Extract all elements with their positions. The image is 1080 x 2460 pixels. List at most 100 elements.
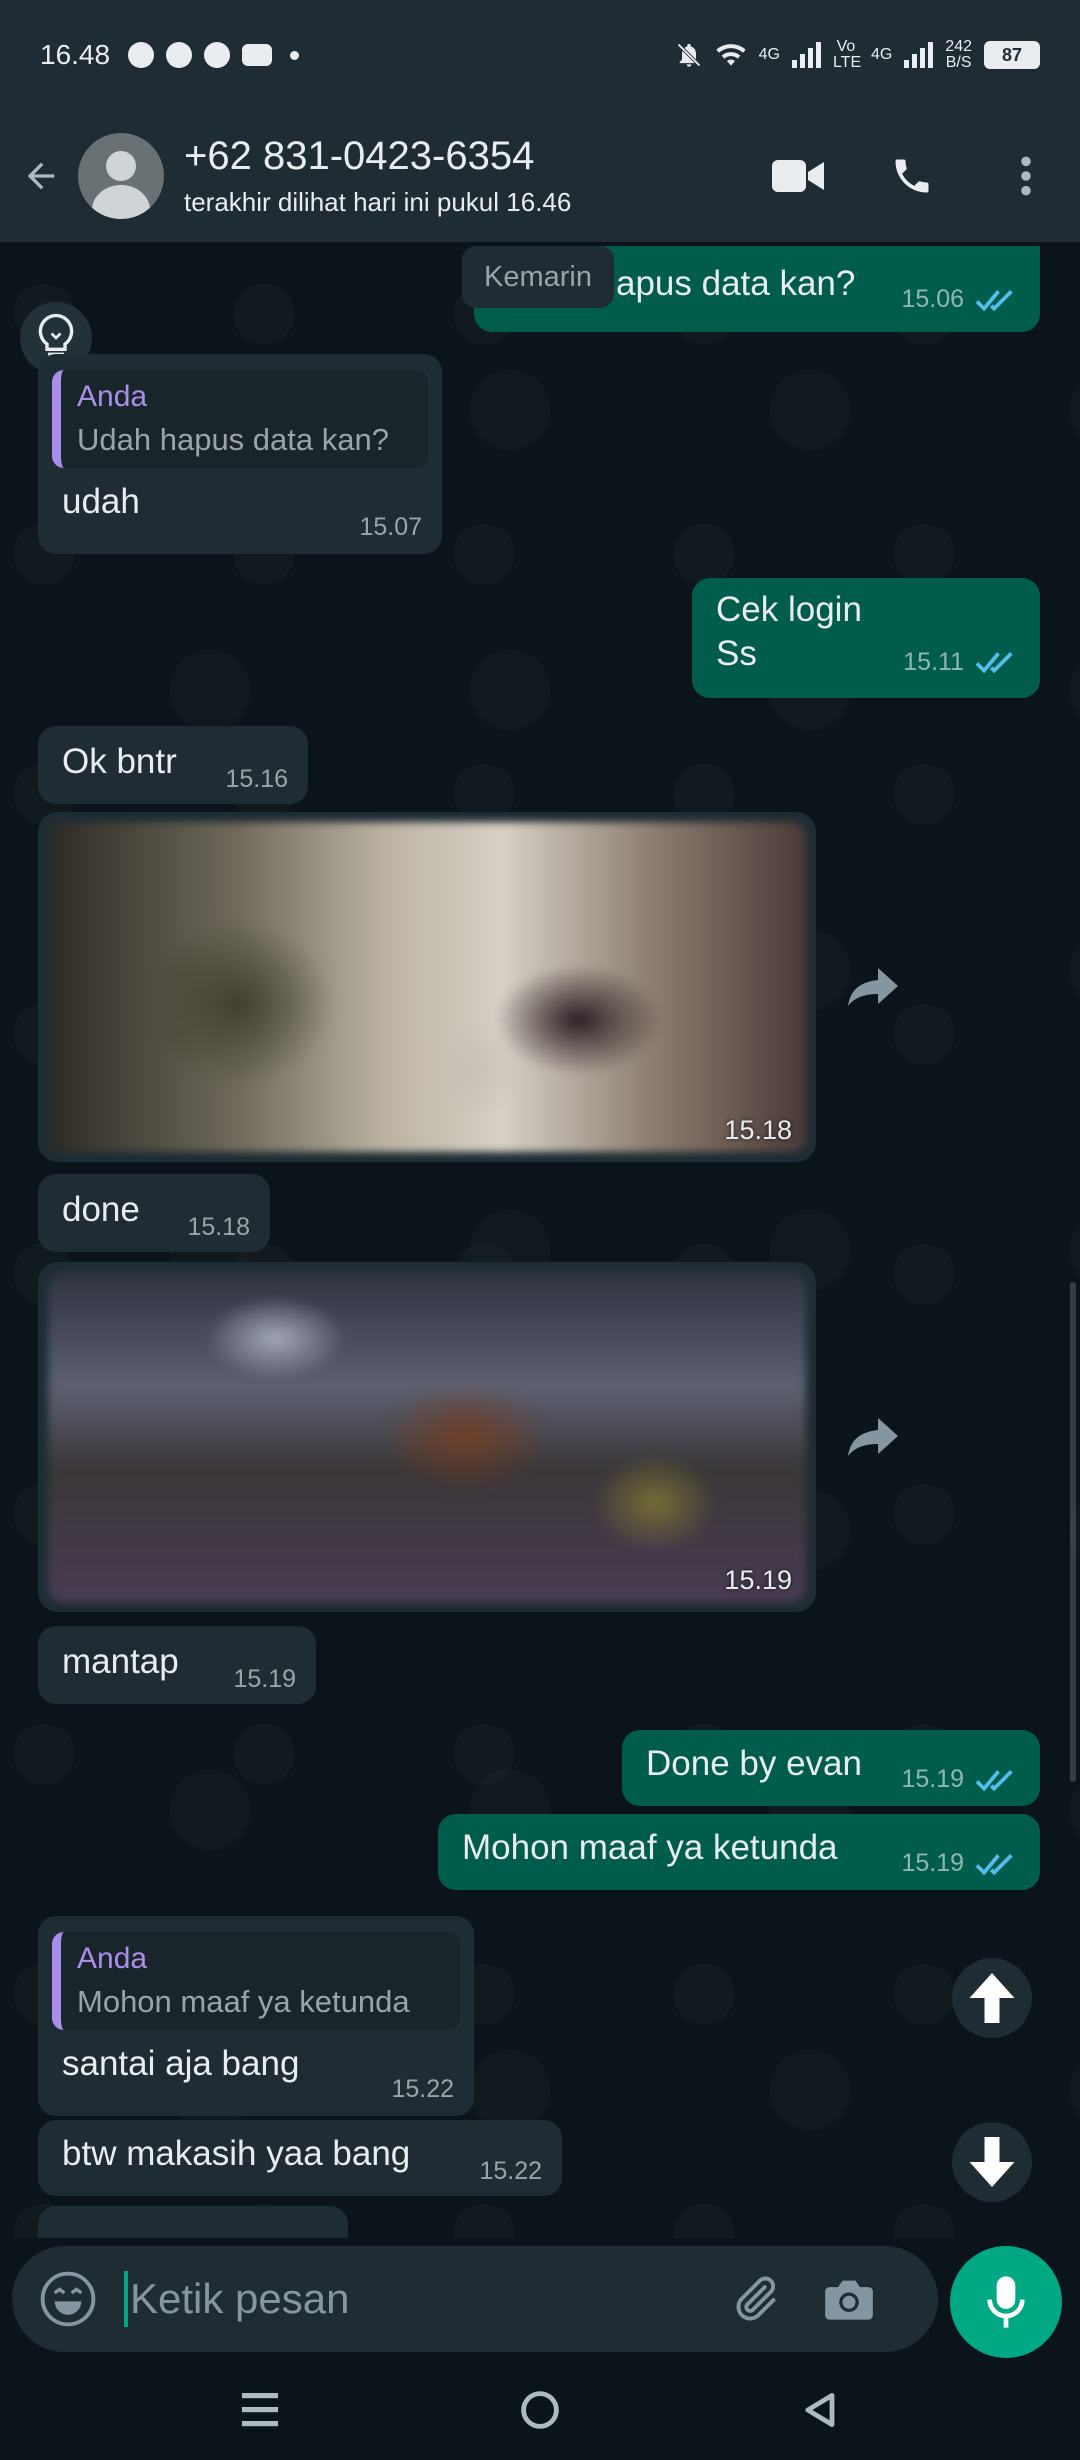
message-outgoing[interactable]: Cek login Ss 15.11 xyxy=(692,578,1040,698)
message-time: 15.19 xyxy=(901,1765,964,1793)
network-speed-unit: B/S xyxy=(945,54,972,71)
contact-last-seen: terakhir dilihat hari ini pukul 16.46 xyxy=(184,187,572,217)
double-check-icon xyxy=(975,652,1013,674)
avatar-body-shape xyxy=(92,185,150,219)
message-text: apus data kan? xyxy=(616,264,856,303)
mute-bell-icon xyxy=(676,43,701,67)
message-input[interactable] xyxy=(130,2275,690,2323)
message-image[interactable]: 15.19 xyxy=(38,1262,816,1612)
message-text: santai aja bang xyxy=(62,2044,300,2083)
message-meta: 15.19 xyxy=(901,1849,1020,1878)
double-check-icon xyxy=(975,1769,1013,1791)
phone-icon[interactable] xyxy=(884,148,940,204)
signal-bars-2-icon xyxy=(904,42,934,68)
battery-level: 87 xyxy=(984,41,1040,69)
network-speed: 242 B/S xyxy=(945,39,972,71)
quoted-message[interactable]: Anda Udah hapus data kan? xyxy=(52,370,428,468)
mic-icon[interactable] xyxy=(950,2246,1062,2358)
message-incoming[interactable]: btw makasih yaa bang 15.22 xyxy=(38,2120,562,2196)
arrow-down-icon[interactable] xyxy=(952,2122,1032,2202)
quote-author: Anda xyxy=(77,1942,148,1975)
contact-avatar[interactable] xyxy=(78,133,164,219)
chat-header: +62 831-0423-6354 terakhir dilihat hari … xyxy=(0,110,1080,242)
message-input-pill xyxy=(12,2246,938,2352)
message-time: 15.22 xyxy=(479,2157,542,2185)
quote-text: Mohon maaf ya ketunda xyxy=(77,1984,410,2019)
message-time: 15.07 xyxy=(359,513,422,541)
message-text-line-1: Cek login xyxy=(716,590,862,629)
message-time: 15.19 xyxy=(724,1565,792,1595)
nav-home-icon[interactable] xyxy=(500,2370,580,2450)
scrollbar[interactable] xyxy=(1070,1282,1076,1782)
message-time: 15.06 xyxy=(901,285,964,313)
message-text: mantap xyxy=(62,1642,179,1681)
status-bar: 16.48 4G Vo LTE 4G 242 B/S 87 xyxy=(0,0,1080,110)
message-outgoing[interactable]: Done by evan 15.19 xyxy=(622,1730,1040,1806)
message-time: 15.22 xyxy=(391,2075,454,2103)
chat-area[interactable]: apus data kan? 15.06 Kemarin Anda Udah h… xyxy=(0,242,1080,2238)
message-text: Done by evan xyxy=(646,1744,862,1783)
blurred-photo[interactable] xyxy=(48,1272,806,1602)
message-time: 15.18 xyxy=(724,1115,792,1145)
message-image[interactable]: 15.18 xyxy=(38,812,816,1162)
blurred-photo[interactable] xyxy=(48,822,806,1152)
message-meta: 15.11 xyxy=(903,640,1020,684)
message-time: 15.19 xyxy=(233,1665,296,1693)
video-call-icon[interactable] xyxy=(770,148,826,204)
network-type-1: 4G xyxy=(758,46,780,63)
camera-icon[interactable] xyxy=(814,2264,884,2334)
link-notification-icon xyxy=(128,42,155,68)
wifi-icon xyxy=(715,44,746,66)
contact-info[interactable]: +62 831-0423-6354 terakhir dilihat hari … xyxy=(184,134,571,218)
chat-notification-icon xyxy=(166,42,193,68)
quote-text: Udah hapus data kan? xyxy=(77,422,389,457)
back-arrow-icon[interactable] xyxy=(6,110,76,242)
message-text: Ok bntr xyxy=(62,742,177,781)
message-time: 15.19 xyxy=(901,1849,964,1877)
message-time: 15.18 xyxy=(187,1213,250,1241)
signal-bars-1-icon xyxy=(791,42,821,68)
message-incoming-reply[interactable]: Anda Mohon maaf ya ketunda santai aja ba… xyxy=(38,1916,474,2116)
network-type-2: 4G xyxy=(870,46,893,63)
nav-recents-icon[interactable] xyxy=(220,2370,300,2450)
message-meta: 15.06 xyxy=(901,285,1020,314)
avatar-head-shape xyxy=(106,151,136,181)
forward-icon[interactable] xyxy=(844,1406,904,1466)
volte-label: Vo LTE xyxy=(832,38,862,71)
quote-author: Anda xyxy=(77,380,148,413)
date-chip: Kemarin xyxy=(462,246,614,308)
status-right: 4G Vo LTE 4G 242 B/S 87 xyxy=(675,39,1040,71)
youtube-notification-icon xyxy=(242,44,273,66)
message-text: udah xyxy=(62,482,140,521)
message-time: 15.16 xyxy=(225,765,288,793)
status-time: 16.48 xyxy=(40,39,111,70)
double-check-icon xyxy=(975,289,1013,311)
message-time: 15.11 xyxy=(903,648,964,676)
message-incoming-partial[interactable] xyxy=(38,2206,348,2238)
nav-back-icon[interactable] xyxy=(780,2370,860,2450)
status-left: 16.48 xyxy=(40,39,300,71)
network-speed-value: 242 xyxy=(945,38,972,55)
text-caret xyxy=(124,2271,128,2327)
arrow-up-icon[interactable] xyxy=(952,1958,1032,2038)
emoji-icon[interactable] xyxy=(28,2259,108,2339)
more-vert-icon[interactable] xyxy=(998,148,1054,204)
message-incoming[interactable]: mantap 15.19 xyxy=(38,1626,316,1704)
attach-icon[interactable] xyxy=(720,2264,790,2334)
message-incoming[interactable]: done 15.18 xyxy=(38,1174,270,1252)
double-check-icon xyxy=(975,1853,1013,1875)
message-incoming[interactable]: Ok bntr 15.16 xyxy=(38,726,308,804)
more-notifications-dot-icon xyxy=(290,50,300,60)
forward-icon[interactable] xyxy=(844,956,904,1016)
message-outgoing[interactable]: Mohon maaf ya ketunda 15.19 xyxy=(438,1814,1040,1890)
message-notification-icon xyxy=(204,42,231,68)
composer xyxy=(0,2238,1080,2360)
message-text: done xyxy=(62,1190,140,1229)
message-meta: 15.19 xyxy=(901,1765,1020,1794)
message-text: Mohon maaf ya ketunda xyxy=(462,1828,838,1867)
contact-name: +62 831-0423-6354 xyxy=(184,134,535,178)
message-incoming-reply[interactable]: Anda Udah hapus data kan? udah 15.07 xyxy=(38,354,442,554)
message-text: btw makasih yaa bang xyxy=(62,2134,411,2173)
quoted-message[interactable]: Anda Mohon maaf ya ketunda xyxy=(52,1932,460,2030)
system-nav-bar xyxy=(0,2360,1080,2460)
